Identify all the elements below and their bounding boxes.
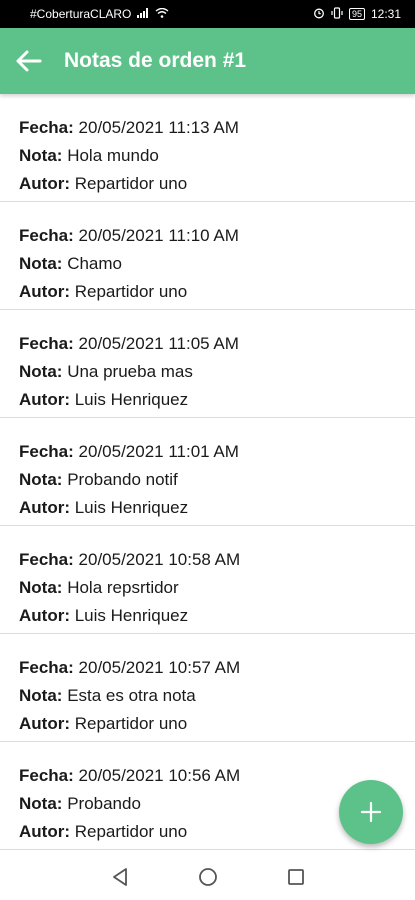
arrow-left-icon <box>16 50 42 72</box>
signal-icon <box>137 7 149 21</box>
clock: 12:31 <box>370 7 401 21</box>
alarm-icon <box>313 7 325 22</box>
battery-icon: 95 <box>348 8 365 20</box>
autor-label: Autor: <box>19 822 70 841</box>
note-text: Hola mundo <box>67 146 159 165</box>
list-item[interactable]: Fecha: 20/05/2021 10:57 AM Nota: Esta es… <box>0 634 415 742</box>
autor-label: Autor: <box>19 390 70 409</box>
nota-label: Nota: <box>19 146 63 165</box>
carrier-label: #CoberturaCLARO <box>30 7 132 21</box>
list-item[interactable]: Fecha: 20/05/2021 11:05 AM Nota: Una pru… <box>0 310 415 418</box>
nota-label: Nota: <box>19 254 63 273</box>
note-author: Luis Henriquez <box>74 390 189 409</box>
vibrate-icon <box>331 6 343 22</box>
note-date: 20/05/2021 10:58 AM <box>78 550 241 569</box>
battery-level: 95 <box>351 9 362 19</box>
note-date: 20/05/2021 11:10 AM <box>78 226 239 245</box>
wifi-icon <box>155 7 169 21</box>
note-author: Repartidor uno <box>74 282 188 301</box>
note-author: Luis Henriquez <box>74 498 189 517</box>
fecha-label: Fecha: <box>19 334 74 353</box>
nav-back-button[interactable] <box>108 865 132 889</box>
autor-label: Autor: <box>19 282 70 301</box>
nav-recents-button[interactable] <box>284 865 308 889</box>
note-text: Probando notif <box>67 470 178 489</box>
nota-label: Nota: <box>19 362 63 381</box>
status-bar-right: 95 12:31 <box>313 6 401 22</box>
note-author: Repartidor uno <box>74 714 188 733</box>
add-note-button[interactable] <box>339 780 403 844</box>
fecha-label: Fecha: <box>19 442 74 461</box>
nota-label: Nota: <box>19 686 63 705</box>
nota-label: Nota: <box>19 794 63 813</box>
plus-icon <box>360 801 382 823</box>
note-date: 20/05/2021 11:05 AM <box>78 334 239 353</box>
note-text: Una prueba mas <box>67 362 193 381</box>
notes-list[interactable]: Fecha: 20/05/2021 11:13 AM Nota: Hola mu… <box>0 94 415 854</box>
list-item[interactable]: Fecha: 20/05/2021 11:13 AM Nota: Hola mu… <box>0 94 415 202</box>
note-date: 20/05/2021 10:56 AM <box>78 766 241 785</box>
note-text: Hola repsrtidor <box>67 578 179 597</box>
note-date: 20/05/2021 11:13 AM <box>78 118 239 137</box>
autor-label: Autor: <box>19 714 70 733</box>
note-author: Repartidor uno <box>74 174 188 193</box>
list-item[interactable]: Fecha: 20/05/2021 11:01 AM Nota: Proband… <box>0 418 415 526</box>
square-recents-icon <box>287 869 304 885</box>
status-bar-left: #CoberturaCLARO <box>30 7 169 21</box>
back-button[interactable] <box>6 39 50 83</box>
triangle-back-icon <box>112 868 127 886</box>
note-date: 20/05/2021 10:57 AM <box>78 658 241 677</box>
circle-home-icon <box>198 868 217 886</box>
list-item[interactable]: Fecha: 20/05/2021 11:10 AM Nota: Chamo A… <box>0 202 415 310</box>
fecha-label: Fecha: <box>19 118 74 137</box>
note-author: Luis Henriquez <box>74 606 189 625</box>
autor-label: Autor: <box>19 606 70 625</box>
note-author: Repartidor uno <box>74 822 188 841</box>
list-item[interactable]: Fecha: 20/05/2021 10:58 AM Nota: Hola re… <box>0 526 415 634</box>
autor-label: Autor: <box>19 498 70 517</box>
nav-home-button[interactable] <box>196 865 220 889</box>
nota-label: Nota: <box>19 578 63 597</box>
nota-label: Nota: <box>19 470 63 489</box>
fecha-label: Fecha: <box>19 550 74 569</box>
page-title: Notas de orden #1 <box>64 49 247 72</box>
system-nav-bar <box>0 854 415 900</box>
fecha-label: Fecha: <box>19 226 74 245</box>
note-text: Esta es otra nota <box>67 686 196 705</box>
autor-label: Autor: <box>19 174 70 193</box>
note-date: 20/05/2021 11:01 AM <box>78 442 239 461</box>
fecha-label: Fecha: <box>19 766 74 785</box>
note-text: Chamo <box>67 254 122 273</box>
app-bar: Notas de orden #1 <box>0 28 415 94</box>
status-bar: #CoberturaCLARO 95 12:31 <box>0 0 415 28</box>
note-text: Probando <box>67 794 141 813</box>
fecha-label: Fecha: <box>19 658 74 677</box>
